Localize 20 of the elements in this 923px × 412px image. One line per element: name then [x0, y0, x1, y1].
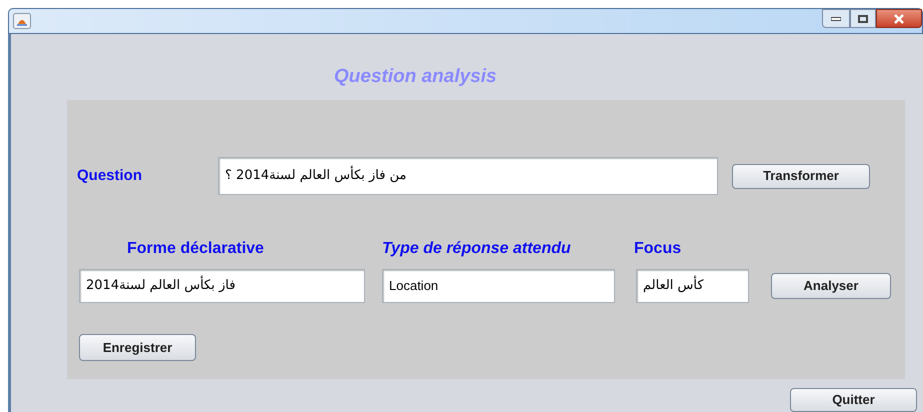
close-button[interactable] [876, 9, 922, 28]
transform-button[interactable]: Transformer [732, 164, 870, 188]
window-heading: Question analysis [334, 65, 497, 85]
minimize-icon [831, 16, 841, 20]
input-field[interactable]: Location [382, 269, 615, 303]
input-field[interactable]: من فاز بكأس العالم لسنة2014 ؟ [218, 157, 718, 195]
maximize-icon [858, 14, 868, 22]
input-field[interactable]: فاز بكأس العالم لسنة2014 [79, 269, 365, 303]
field-label: Forme déclarative [127, 239, 265, 259]
field-label: Focus [634, 239, 682, 259]
field-label: Question [77, 166, 144, 186]
app-icon [13, 13, 31, 29]
maximize-button[interactable] [850, 9, 876, 28]
analyse-button[interactable]: Analyser [771, 273, 891, 299]
field-label: Type de réponse attendu [382, 239, 572, 259]
save-button[interactable]: Enregistrer [79, 334, 196, 361]
input-field[interactable]: كأس العالم [636, 269, 749, 303]
minimize-button[interactable] [822, 9, 850, 28]
quit-button[interactable]: Quitter [790, 388, 917, 412]
close-icon [893, 14, 905, 24]
